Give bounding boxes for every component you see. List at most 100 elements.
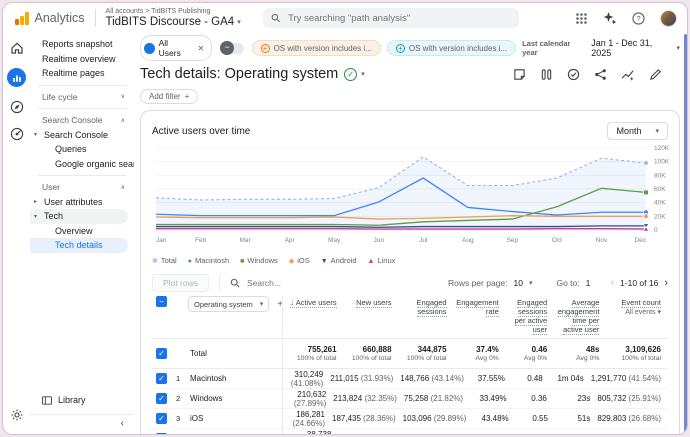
rows-per-page-label: Rows per page: bbox=[448, 278, 508, 288]
row-checkbox[interactable]: ✓ bbox=[156, 348, 167, 359]
row-checkbox[interactable]: − bbox=[156, 296, 167, 307]
vertical-scrollbar[interactable] bbox=[684, 34, 687, 432]
column-header-event-count[interactable]: Event countAll events ▾ bbox=[606, 296, 668, 317]
granularity-select[interactable]: Month▾ bbox=[607, 122, 668, 140]
nav-section-search-console[interactable]: Search Console∧ bbox=[30, 113, 134, 128]
nav-divider bbox=[38, 85, 126, 86]
help-icon[interactable]: ? bbox=[632, 12, 645, 25]
analytics-logo-icon[interactable] bbox=[15, 12, 29, 25]
metric-cell: 75,258 (21.82%) bbox=[404, 394, 470, 403]
sidebar-item-user-attributes[interactable]: ▸User attributes bbox=[30, 195, 134, 210]
reports-icon[interactable] bbox=[7, 68, 26, 87]
metric-cell: 186,281 (24.66%) bbox=[282, 409, 332, 428]
sidebar-item-tech[interactable]: ▾Tech bbox=[30, 209, 128, 224]
global-search[interactable] bbox=[263, 8, 519, 28]
user-avatar[interactable] bbox=[660, 10, 677, 27]
column-header-average-engagement-time-per-active-user[interactable]: Average engagement time per active user bbox=[554, 296, 606, 334]
sidebar-item-realtime-overview[interactable]: Realtime overview bbox=[30, 52, 134, 67]
legend-item-android[interactable]: ▼Android bbox=[321, 256, 357, 265]
legend-item-total[interactable]: ✱Total bbox=[152, 256, 177, 265]
row-checkbox[interactable]: ✓ bbox=[156, 373, 167, 384]
date-preset-label: Last calendar year bbox=[522, 39, 586, 57]
nav-section-life-cycle[interactable]: Life cycle∨ bbox=[30, 90, 134, 105]
chevron-down-icon[interactable]: ▾ bbox=[361, 70, 365, 78]
svg-text:?: ? bbox=[636, 14, 640, 23]
svg-text:60K: 60K bbox=[654, 186, 666, 193]
row-checkbox[interactable]: ✓ bbox=[156, 393, 167, 404]
svg-text:20K: 20K bbox=[654, 213, 666, 220]
legend-item-windows[interactable]: ■Windows bbox=[240, 256, 278, 265]
admin-gear-icon[interactable] bbox=[10, 408, 24, 422]
prev-page-icon[interactable]: ‹ bbox=[610, 277, 614, 289]
row-checkbox[interactable]: ✓ bbox=[156, 433, 167, 435]
column-header-new-users[interactable]: New users bbox=[344, 296, 399, 307]
plot-rows-button[interactable]: Plot rows bbox=[152, 274, 209, 292]
edit-icon[interactable] bbox=[649, 68, 662, 81]
divider bbox=[95, 9, 96, 27]
home-icon[interactable] bbox=[10, 41, 24, 55]
metric-cell: 829,803 (26.68%) bbox=[597, 414, 668, 423]
sidebar-item-queries[interactable]: Queries bbox=[30, 142, 134, 157]
sidebar-item-library[interactable]: Library bbox=[30, 392, 134, 408]
comparison-chip-1[interactable]: +OS with version includes i... bbox=[252, 40, 381, 56]
legend-item-linux[interactable]: ▲Linux bbox=[368, 256, 396, 265]
chevron-down-icon[interactable]: ▾ bbox=[529, 279, 533, 287]
reports-side-nav: Reports snapshotRealtime overviewRealtim… bbox=[30, 33, 134, 434]
column-header-engaged-sessions[interactable]: Engaged sessions bbox=[399, 296, 454, 316]
remove-chip-icon[interactable]: ✕ bbox=[197, 44, 204, 53]
metric-cell: 146,710 (4.72%) bbox=[602, 434, 668, 435]
comparison-icon[interactable] bbox=[540, 68, 553, 81]
add-filter-button[interactable]: Add filter+ bbox=[140, 89, 198, 104]
next-page-icon[interactable]: › bbox=[664, 277, 668, 289]
sidebar-item-tech-details[interactable]: Tech details bbox=[30, 238, 128, 253]
all-users-chip[interactable]: 👤 All Users ✕ bbox=[140, 35, 212, 61]
metric-cell: 805,732 (25.91%) bbox=[597, 394, 668, 403]
legend-item-ios[interactable]: ◆iOS bbox=[289, 256, 310, 265]
explore-icon[interactable] bbox=[10, 100, 24, 114]
search-input[interactable] bbox=[286, 12, 511, 25]
sidebar-item-reports-snapshot[interactable]: Reports snapshot bbox=[30, 37, 134, 52]
advertising-icon[interactable] bbox=[10, 127, 24, 141]
sidebar-item-realtime-pages[interactable]: Realtime pages bbox=[30, 66, 134, 81]
svg-text:May: May bbox=[328, 237, 341, 244]
svg-text:Jul: Jul bbox=[419, 237, 428, 244]
column-header-engagement-rate[interactable]: Engagement rate bbox=[454, 296, 506, 316]
account-switcher[interactable]: All accounts > TidBITS Publishing TidBIT… bbox=[106, 8, 241, 29]
table-row: ✓1Macintosh310,249 (41.08%)211,015 (31.9… bbox=[152, 369, 668, 389]
share-icon[interactable] bbox=[594, 68, 607, 81]
metric-cell: 1,291,770 (41.54%) bbox=[591, 374, 668, 383]
comparison-toggle[interactable]: − bbox=[220, 43, 243, 54]
metric-cell: 148,766 (43.14%) bbox=[400, 374, 471, 383]
analytics-app-window: Analytics All accounts > TidBITS Publish… bbox=[2, 2, 688, 435]
insights-icon[interactable] bbox=[621, 68, 635, 81]
goto-value[interactable]: 1 bbox=[586, 278, 591, 288]
column-header-active-users[interactable]: ↓ Active users bbox=[282, 296, 344, 334]
metric-cell: 0.36 bbox=[514, 394, 554, 403]
rows-per-page-value[interactable]: 10 bbox=[514, 278, 523, 288]
apps-grid-icon[interactable] bbox=[575, 12, 588, 25]
note-icon[interactable] bbox=[513, 68, 526, 81]
comparison-chip-2-label: OS with version includes i... bbox=[409, 44, 507, 53]
comparison-chip-2[interactable]: +OS with version includes i... bbox=[387, 40, 516, 56]
svg-text:Oct: Oct bbox=[552, 237, 562, 244]
metric-cell: 17,321 (5.02%) bbox=[400, 434, 462, 435]
svg-text:Feb: Feb bbox=[195, 237, 207, 244]
metric-cell: 37s bbox=[554, 434, 602, 435]
sidebar-item-search-console[interactable]: ▾Search Console bbox=[30, 128, 134, 143]
data-quality-icon[interactable]: ✓ bbox=[344, 68, 357, 81]
metric-cell: 42.56% bbox=[462, 434, 510, 435]
table-search[interactable] bbox=[230, 277, 448, 289]
dimension-select[interactable]: Operating system▾ bbox=[188, 296, 269, 312]
row-checkbox[interactable]: ✓ bbox=[156, 413, 167, 424]
sidebar-item-overview[interactable]: Overview bbox=[30, 224, 134, 239]
legend-item-macintosh[interactable]: ●Macintosh bbox=[188, 256, 229, 265]
sidebar-item-google-organic-search-traf[interactable]: Google organic search traf... bbox=[30, 157, 134, 172]
collapse-nav-icon[interactable]: ‹ bbox=[121, 418, 124, 429]
table-search-input[interactable] bbox=[245, 277, 335, 289]
ai-sparkle-icon[interactable] bbox=[603, 11, 617, 25]
nav-section-user[interactable]: User∧ bbox=[30, 180, 134, 195]
metric-cell: 0.55 bbox=[516, 414, 555, 423]
column-header-engaged-sessions-per-active-user[interactable]: Engaged sessions per active user bbox=[506, 296, 554, 334]
sampling-status-icon[interactable] bbox=[567, 68, 580, 81]
date-range-picker[interactable]: Last calendar year Jan 1 - Dec 31, 2025▾ bbox=[522, 38, 680, 58]
